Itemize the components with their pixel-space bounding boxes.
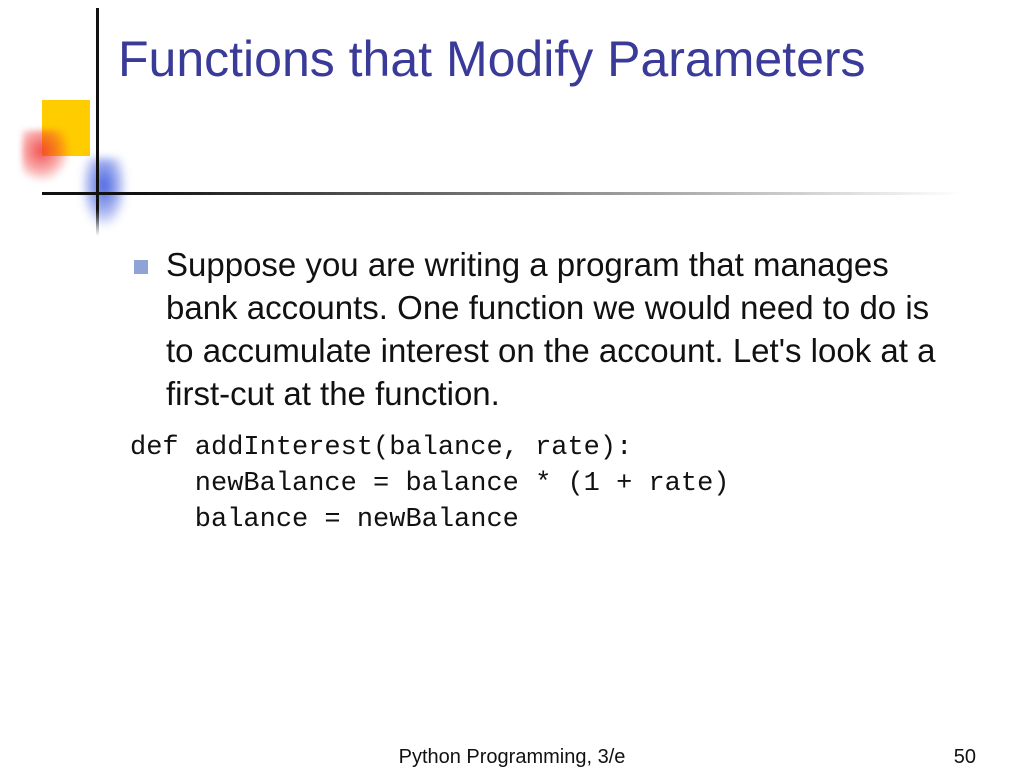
decoration-horizontal-line <box>42 192 962 195</box>
footer-page-number: 50 <box>954 746 976 769</box>
bullet-row: Suppose you are writing a program that m… <box>130 244 960 416</box>
bullet-text: Suppose you are writing a program that m… <box>166 244 960 416</box>
decoration-red-smudge <box>22 130 70 182</box>
slide-title: Functions that Modify Parameters <box>118 30 938 88</box>
slide-body: Suppose you are writing a program that m… <box>130 244 960 539</box>
bullet-icon <box>134 260 148 274</box>
slide-decoration <box>42 100 102 200</box>
footer-source: Python Programming, 3/e <box>0 746 1024 769</box>
decoration-vertical-line <box>96 8 99 236</box>
code-block: def addInterest(balance, rate): newBalan… <box>130 430 960 539</box>
